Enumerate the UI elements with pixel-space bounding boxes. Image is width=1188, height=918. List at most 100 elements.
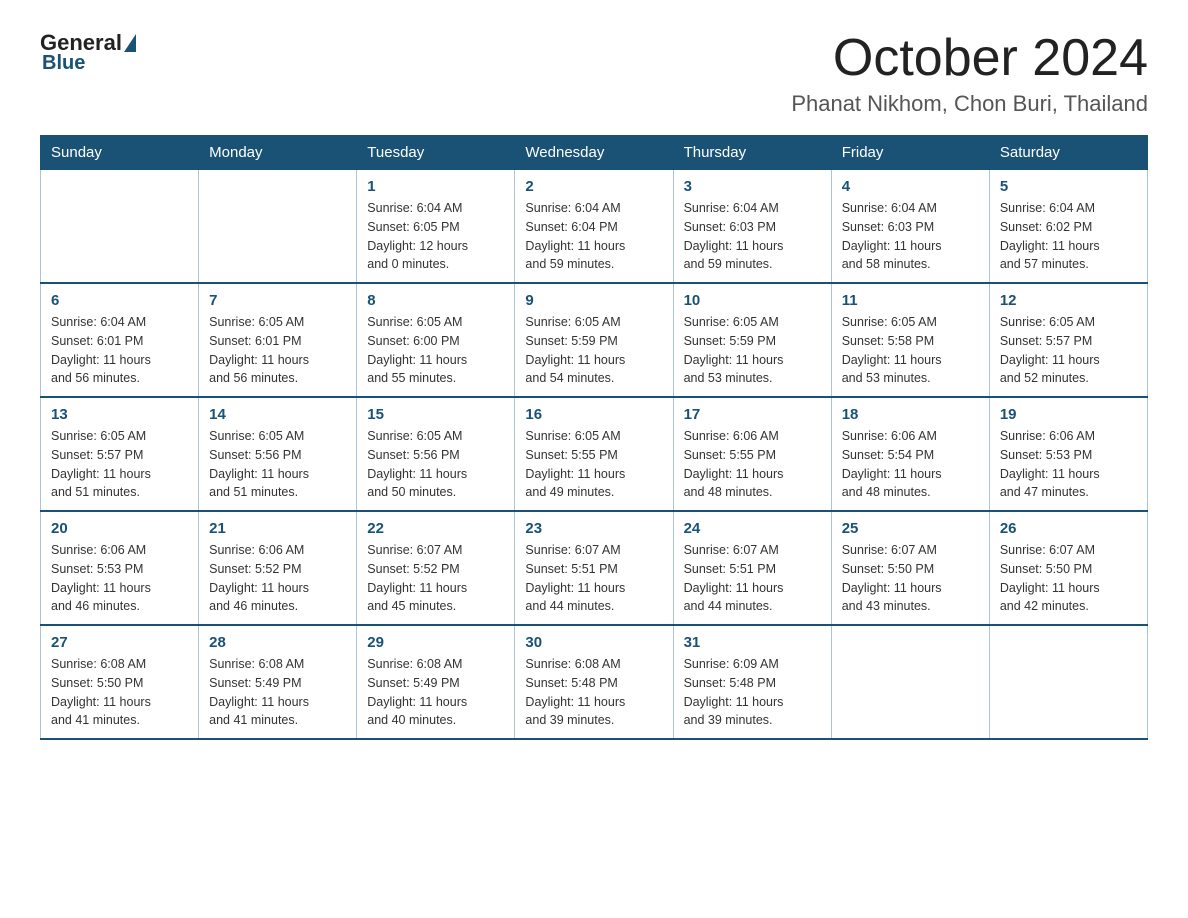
day-info: Sunrise: 6:04 AM Sunset: 6:05 PM Dayligh… (367, 199, 504, 274)
calendar-cell: 24Sunrise: 6:07 AM Sunset: 5:51 PM Dayli… (673, 511, 831, 625)
day-info: Sunrise: 6:05 AM Sunset: 5:56 PM Dayligh… (209, 427, 346, 502)
day-number: 27 (51, 634, 188, 651)
day-info: Sunrise: 6:05 AM Sunset: 5:58 PM Dayligh… (842, 313, 979, 388)
page-title: October 2024 (791, 30, 1148, 87)
calendar-cell: 31 Sunrise: 6:09 AM Sunset: 5:48 PM Dayli… (673, 625, 831, 739)
day-number: 7 (209, 292, 346, 309)
day-of-week-header: Wednesday (515, 136, 673, 170)
day-info: Sunrise: 6:05 AM Sunset: 5:57 PM Dayligh… (51, 427, 188, 502)
calendar-cell: 11 Sunrise: 6:05 AM Sunset: 5:58 PM Dayli… (831, 283, 989, 397)
calendar-cell: 10Sunrise: 6:05 AM Sunset: 5:59 PM Dayli… (673, 283, 831, 397)
day-info: Sunrise: 6:04 AM Sunset: 6:04 PM Dayligh… (525, 199, 662, 274)
day-info: Sunrise: 6:07 AM Sunset: 5:52 PM Dayligh… (367, 541, 504, 616)
day-number: 2 (525, 178, 662, 195)
day-number: 11 (842, 292, 979, 309)
calendar-cell: 28Sunrise: 6:08 AM Sunset: 5:49 PM Dayli… (199, 625, 357, 739)
day-number: 18 (842, 406, 979, 423)
day-info: Sunrise: 6:05 AM Sunset: 6:01 PM Dayligh… (209, 313, 346, 388)
calendar-cell: 27 Sunrise: 6:08 AM Sunset: 5:50 PM Dayli… (41, 625, 199, 739)
day-info: Sunrise: 6:08 AM Sunset: 5:50 PM Dayligh… (51, 655, 188, 730)
title-block: October 2024 Phanat Nikhom, Chon Buri, T… (791, 30, 1148, 117)
day-of-week-header: Saturday (989, 136, 1147, 170)
calendar-cell: 23 Sunrise: 6:07 AM Sunset: 5:51 PM Dayli… (515, 511, 673, 625)
calendar-cell: 19 Sunrise: 6:06 AM Sunset: 5:53 PM Dayli… (989, 397, 1147, 511)
day-number: 3 (684, 178, 821, 195)
calendar-cell: 17Sunrise: 6:06 AM Sunset: 5:55 PM Dayli… (673, 397, 831, 511)
calendar-cell (989, 625, 1147, 739)
day-info: Sunrise: 6:07 AM Sunset: 5:51 PM Dayligh… (525, 541, 662, 616)
calendar-cell: 16Sunrise: 6:05 AM Sunset: 5:55 PM Dayli… (515, 397, 673, 511)
day-number: 22 (367, 520, 504, 537)
day-number: 25 (842, 520, 979, 537)
day-info: Sunrise: 6:05 AM Sunset: 5:59 PM Dayligh… (525, 313, 662, 388)
calendar-cell: 18 Sunrise: 6:06 AM Sunset: 5:54 PM Dayli… (831, 397, 989, 511)
day-of-week-header: Thursday (673, 136, 831, 170)
calendar-cell: 21Sunrise: 6:06 AM Sunset: 5:52 PM Dayli… (199, 511, 357, 625)
day-of-week-header: Tuesday (357, 136, 515, 170)
day-info: Sunrise: 6:06 AM Sunset: 5:52 PM Dayligh… (209, 541, 346, 616)
day-info: Sunrise: 6:04 AM Sunset: 6:03 PM Dayligh… (842, 199, 979, 274)
day-number: 14 (209, 406, 346, 423)
calendar-cell: 20 Sunrise: 6:06 AM Sunset: 5:53 PM Dayli… (41, 511, 199, 625)
calendar-cell (41, 170, 199, 284)
logo-triangle-icon (124, 34, 136, 52)
day-info: Sunrise: 6:06 AM Sunset: 5:54 PM Dayligh… (842, 427, 979, 502)
day-number: 12 (1000, 292, 1137, 309)
day-number: 17 (684, 406, 821, 423)
calendar-week-row: 13 Sunrise: 6:05 AM Sunset: 5:57 PM Dayli… (41, 397, 1148, 511)
day-number: 19 (1000, 406, 1137, 423)
days-of-week-row: SundayMondayTuesdayWednesdayThursdayFrid… (41, 136, 1148, 170)
day-number: 8 (367, 292, 504, 309)
day-info: Sunrise: 6:07 AM Sunset: 5:50 PM Dayligh… (842, 541, 979, 616)
day-info: Sunrise: 6:08 AM Sunset: 5:48 PM Dayligh… (525, 655, 662, 730)
calendar-cell: 2 Sunrise: 6:04 AM Sunset: 6:04 PM Daylig… (515, 170, 673, 284)
day-number: 13 (51, 406, 188, 423)
day-info: Sunrise: 6:05 AM Sunset: 5:55 PM Dayligh… (525, 427, 662, 502)
day-info: Sunrise: 6:05 AM Sunset: 5:56 PM Dayligh… (367, 427, 504, 502)
day-info: Sunrise: 6:09 AM Sunset: 5:48 PM Dayligh… (684, 655, 821, 730)
day-number: 4 (842, 178, 979, 195)
calendar-cell: 1 Sunrise: 6:04 AM Sunset: 6:05 PM Daylig… (357, 170, 515, 284)
day-info: Sunrise: 6:07 AM Sunset: 5:50 PM Dayligh… (1000, 541, 1137, 616)
calendar-cell: 15 Sunrise: 6:05 AM Sunset: 5:56 PM Dayli… (357, 397, 515, 511)
calendar-body: 1 Sunrise: 6:04 AM Sunset: 6:05 PM Daylig… (41, 170, 1148, 740)
day-number: 24 (684, 520, 821, 537)
day-number: 20 (51, 520, 188, 537)
day-info: Sunrise: 6:08 AM Sunset: 5:49 PM Dayligh… (367, 655, 504, 730)
calendar-cell: 6 Sunrise: 6:04 AM Sunset: 6:01 PM Daylig… (41, 283, 199, 397)
calendar-cell: 8 Sunrise: 6:05 AM Sunset: 6:00 PM Daylig… (357, 283, 515, 397)
calendar-cell: 12 Sunrise: 6:05 AM Sunset: 5:57 PM Dayli… (989, 283, 1147, 397)
calendar-cell: 26 Sunrise: 6:07 AM Sunset: 5:50 PM Dayli… (989, 511, 1147, 625)
calendar-header: SundayMondayTuesdayWednesdayThursdayFrid… (41, 136, 1148, 170)
calendar-cell: 9 Sunrise: 6:05 AM Sunset: 5:59 PM Daylig… (515, 283, 673, 397)
page-subtitle: Phanat Nikhom, Chon Buri, Thailand (791, 91, 1148, 117)
page-header: General Blue October 2024 Phanat Nikhom,… (40, 30, 1148, 117)
calendar-cell: 4 Sunrise: 6:04 AM Sunset: 6:03 PM Daylig… (831, 170, 989, 284)
logo-blue-text: Blue (42, 52, 85, 75)
day-info: Sunrise: 6:05 AM Sunset: 5:57 PM Dayligh… (1000, 313, 1137, 388)
calendar-week-row: 27 Sunrise: 6:08 AM Sunset: 5:50 PM Dayli… (41, 625, 1148, 739)
day-number: 23 (525, 520, 662, 537)
day-info: Sunrise: 6:06 AM Sunset: 5:53 PM Dayligh… (1000, 427, 1137, 502)
day-number: 6 (51, 292, 188, 309)
day-of-week-header: Monday (199, 136, 357, 170)
day-number: 5 (1000, 178, 1137, 195)
calendar-cell: 3Sunrise: 6:04 AM Sunset: 6:03 PM Daylig… (673, 170, 831, 284)
day-number: 30 (525, 634, 662, 651)
day-number: 9 (525, 292, 662, 309)
calendar-table: SundayMondayTuesdayWednesdayThursdayFrid… (40, 135, 1148, 740)
day-info: Sunrise: 6:04 AM Sunset: 6:01 PM Dayligh… (51, 313, 188, 388)
day-number: 28 (209, 634, 346, 651)
calendar-cell: 14 Sunrise: 6:05 AM Sunset: 5:56 PM Dayli… (199, 397, 357, 511)
day-number: 31 (684, 634, 821, 651)
calendar-cell: 25 Sunrise: 6:07 AM Sunset: 5:50 PM Dayli… (831, 511, 989, 625)
day-number: 1 (367, 178, 504, 195)
calendar-week-row: 6 Sunrise: 6:04 AM Sunset: 6:01 PM Daylig… (41, 283, 1148, 397)
day-number: 15 (367, 406, 504, 423)
calendar-cell: 13 Sunrise: 6:05 AM Sunset: 5:57 PM Dayli… (41, 397, 199, 511)
day-info: Sunrise: 6:06 AM Sunset: 5:53 PM Dayligh… (51, 541, 188, 616)
day-number: 26 (1000, 520, 1137, 537)
day-info: Sunrise: 6:04 AM Sunset: 6:02 PM Dayligh… (1000, 199, 1137, 274)
day-info: Sunrise: 6:05 AM Sunset: 6:00 PM Dayligh… (367, 313, 504, 388)
day-number: 10 (684, 292, 821, 309)
